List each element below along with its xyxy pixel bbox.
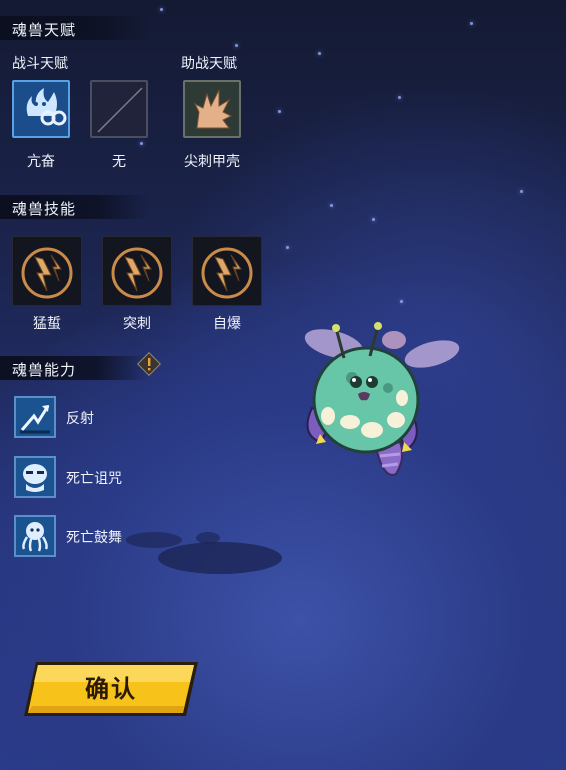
bee-beast-creature (304, 322, 460, 476)
ability-slot-death-inspire[interactable] (14, 515, 56, 557)
star (278, 110, 281, 113)
reflect-arrow-icon (20, 405, 50, 434)
talent-section-title: 魂兽天赋 (12, 21, 77, 39)
warning-icon[interactable] (137, 352, 161, 376)
star (400, 300, 403, 303)
death-curse-mask-icon (23, 464, 47, 492)
abilities-section-title: 魂兽能力 (12, 361, 77, 379)
talent-label: 亢奋 (27, 154, 55, 170)
skill-label: 猛蜇 (33, 316, 61, 332)
battle-talent-slot[interactable] (12, 80, 70, 138)
star (520, 190, 523, 193)
fire-spirit-icon (26, 88, 67, 126)
star (318, 52, 321, 55)
support-talent-label: 助战天赋 (181, 56, 237, 72)
star (470, 22, 473, 25)
skill-label: 自爆 (213, 316, 241, 332)
ability-label: 反射 (66, 411, 94, 427)
skill-slot[interactable] (102, 236, 172, 306)
ability-slot-death-curse[interactable] (14, 456, 56, 498)
skill-slot[interactable] (192, 236, 262, 306)
ability-label: 死亡诅咒 (66, 471, 122, 487)
star (160, 8, 163, 11)
support-talent-slot[interactable] (183, 80, 241, 138)
skill-label: 突刺 (123, 316, 151, 332)
ability-slot-reflect[interactable] (14, 396, 56, 438)
skill-slot[interactable] (12, 236, 82, 306)
lightning-fist-icon (21, 247, 73, 299)
battle-talent-slot-empty[interactable] (90, 80, 148, 138)
star (372, 218, 375, 221)
spiked-shell-icon (193, 89, 233, 129)
abilities-section-header: 魂兽能力 (0, 356, 150, 380)
talent-section-header: 魂兽天赋 (0, 16, 150, 40)
star (286, 246, 289, 249)
skills-section-header: 魂兽技能 (0, 195, 150, 219)
creature-shadow (126, 532, 282, 574)
lightning-fist-icon (111, 247, 163, 299)
confirm-button-label: 确认 (85, 675, 137, 703)
skills-section-title: 魂兽技能 (12, 200, 77, 218)
star (398, 96, 401, 99)
ability-label: 死亡鼓舞 (66, 530, 122, 546)
star (235, 44, 238, 47)
death-inspire-octopus-icon (22, 522, 48, 552)
talent-label: 无 (112, 154, 126, 170)
empty-slot-icon (97, 87, 143, 133)
talent-label: 尖刺甲壳 (184, 154, 240, 170)
lightning-fist-icon (201, 247, 253, 299)
battle-talent-label: 战斗天赋 (12, 56, 68, 72)
star (330, 204, 333, 207)
star (140, 142, 143, 145)
confirm-button[interactable]: 确认 (22, 660, 200, 718)
